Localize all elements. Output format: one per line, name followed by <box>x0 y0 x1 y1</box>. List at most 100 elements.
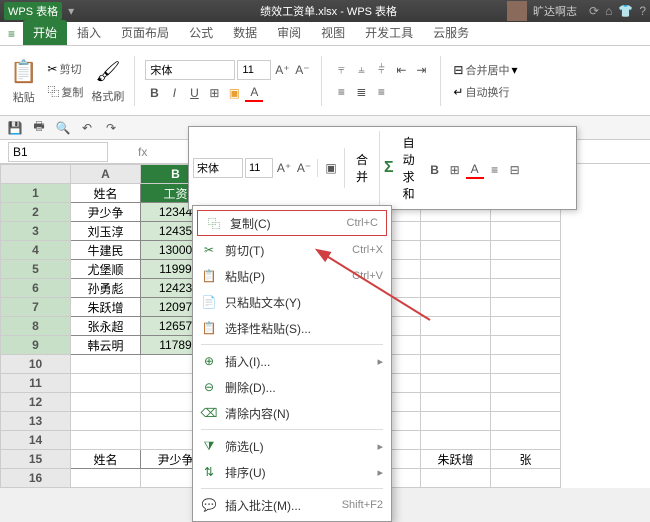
tab-页面布局[interactable]: 页面布局 <box>111 20 179 45</box>
help-icon[interactable]: ? <box>639 4 646 18</box>
tab-公式[interactable]: 公式 <box>179 20 223 45</box>
mini-border-button[interactable]: ⊞ <box>446 161 464 179</box>
cell-F3[interactable] <box>421 222 491 241</box>
select-all-corner[interactable] <box>1 165 71 184</box>
ctx-paste-text[interactable]: 📄只粘贴文本(Y) <box>193 289 391 315</box>
tab-数据[interactable]: 数据 <box>223 20 267 45</box>
cell-A8[interactable]: 张永超 <box>71 317 141 336</box>
cell-G9[interactable] <box>491 336 561 355</box>
row-header-14[interactable]: 14 <box>1 431 71 450</box>
mini-font-color-button[interactable]: A <box>466 161 484 179</box>
cell-A14[interactable] <box>71 431 141 450</box>
preview-icon[interactable]: 🔍 <box>54 119 72 137</box>
mini-shrink-font-icon[interactable]: A⁻ <box>295 159 313 177</box>
row-header-12[interactable]: 12 <box>1 393 71 412</box>
dropdown-icon[interactable]: ▾ <box>68 4 74 18</box>
mini-format-icon[interactable]: ⊟ <box>506 161 524 179</box>
underline-button[interactable]: U <box>185 84 203 102</box>
cell-F10[interactable] <box>421 355 491 374</box>
ctx-clear[interactable]: ⌫清除内容(N) <box>193 400 391 426</box>
cell-G13[interactable] <box>491 412 561 431</box>
cell-G8[interactable] <box>491 317 561 336</box>
cell-F8[interactable] <box>421 317 491 336</box>
cell-G11[interactable] <box>491 374 561 393</box>
italic-button[interactable]: I <box>165 84 183 102</box>
cell-A10[interactable] <box>71 355 141 374</box>
paste-button[interactable]: 📋 <box>8 57 39 87</box>
col-header-A[interactable]: A <box>71 165 141 184</box>
sync-icon[interactable]: ⟳ <box>589 4 599 18</box>
cell-A13[interactable] <box>71 412 141 431</box>
format-painter-button[interactable]: 🖌 <box>93 57 122 86</box>
cell-A12[interactable] <box>71 393 141 412</box>
row-header-7[interactable]: 7 <box>1 298 71 317</box>
ctx-sort[interactable]: ⇅排序(U)▸ <box>193 459 391 485</box>
fill-color-button[interactable]: ▣ <box>225 84 243 102</box>
mini-font-size[interactable] <box>245 158 273 178</box>
row-header-4[interactable]: 4 <box>1 241 71 260</box>
ctx-comment[interactable]: 💬插入批注(M)...Shift+F2 <box>193 492 391 518</box>
align-center-icon[interactable]: ≣ <box>352 83 370 101</box>
cell-F16[interactable] <box>421 469 491 488</box>
align-left-icon[interactable]: ≡ <box>332 83 350 101</box>
redo-icon[interactable]: ↷ <box>102 119 120 137</box>
align-right-icon[interactable]: ≡ <box>372 83 390 101</box>
ctx-copy[interactable]: ⿻复制(C)Ctrl+C <box>197 210 387 236</box>
home-icon[interactable]: ⌂ <box>605 4 612 18</box>
row-header-15[interactable]: 15 <box>1 450 71 469</box>
row-header-16[interactable]: 16 <box>1 469 71 488</box>
ctx-paste[interactable]: 📋粘贴(P)Ctrl+V <box>193 263 391 289</box>
cell-A9[interactable]: 韩云明 <box>71 336 141 355</box>
indent-decrease-icon[interactable]: ⇤ <box>392 61 410 79</box>
cell-F13[interactable] <box>421 412 491 431</box>
row-header-10[interactable]: 10 <box>1 355 71 374</box>
print-icon[interactable]: 🖶 <box>30 119 48 137</box>
cell-G14[interactable] <box>491 431 561 450</box>
cell-A11[interactable] <box>71 374 141 393</box>
cell-A6[interactable]: 孙勇彪 <box>71 279 141 298</box>
row-header-5[interactable]: 5 <box>1 260 71 279</box>
cell-F15[interactable]: 朱跃增 <box>421 450 491 469</box>
row-header-2[interactable]: 2 <box>1 203 71 222</box>
cell-G12[interactable] <box>491 393 561 412</box>
bold-button[interactable]: B <box>145 84 163 102</box>
shirt-icon[interactable]: 👕 <box>618 4 633 18</box>
row-header-1[interactable]: 1 <box>1 184 71 203</box>
mini-autosum-button[interactable]: 自动求和 <box>396 131 422 205</box>
mini-fill-icon[interactable]: ▣ <box>322 159 340 177</box>
tab-开始[interactable]: 开始 <box>23 20 67 45</box>
mini-bold-button[interactable]: B <box>426 161 444 179</box>
tab-审阅[interactable]: 审阅 <box>267 20 311 45</box>
menu-icon[interactable]: ≡ <box>0 23 23 45</box>
border-button[interactable]: ⊞ <box>205 84 223 102</box>
cell-F12[interactable] <box>421 393 491 412</box>
cell-F14[interactable] <box>421 431 491 450</box>
cell-A4[interactable]: 牛建民 <box>71 241 141 260</box>
cell-A3[interactable]: 刘玉淳 <box>71 222 141 241</box>
cell-A7[interactable]: 朱跃增 <box>71 298 141 317</box>
cell-G7[interactable] <box>491 298 561 317</box>
shrink-font-icon[interactable]: A⁻ <box>293 61 311 79</box>
mini-font-name[interactable] <box>193 158 243 178</box>
cell-G16[interactable] <box>491 469 561 488</box>
cell-F7[interactable] <box>421 298 491 317</box>
cell-G10[interactable] <box>491 355 561 374</box>
tab-开发工具[interactable]: 开发工具 <box>355 20 423 45</box>
align-bottom-icon[interactable]: ⫩ <box>372 61 390 79</box>
cell-A16[interactable] <box>71 469 141 488</box>
fx-icon[interactable]: fx <box>138 145 147 159</box>
font-size-select[interactable] <box>237 60 271 80</box>
cell-G6[interactable] <box>491 279 561 298</box>
tab-视图[interactable]: 视图 <box>311 20 355 45</box>
copy-button[interactable]: ⿻复制 <box>45 81 85 102</box>
ctx-delete[interactable]: ⊖删除(D)... <box>193 374 391 400</box>
row-header-3[interactable]: 3 <box>1 222 71 241</box>
row-header-13[interactable]: 13 <box>1 412 71 431</box>
cell-F6[interactable] <box>421 279 491 298</box>
grow-font-icon[interactable]: A⁺ <box>273 61 291 79</box>
cell-A2[interactable]: 尹少争 <box>71 203 141 222</box>
tab-插入[interactable]: 插入 <box>67 20 111 45</box>
align-top-icon[interactable]: ⫧ <box>332 61 350 79</box>
cell-F11[interactable] <box>421 374 491 393</box>
undo-icon[interactable]: ↶ <box>78 119 96 137</box>
